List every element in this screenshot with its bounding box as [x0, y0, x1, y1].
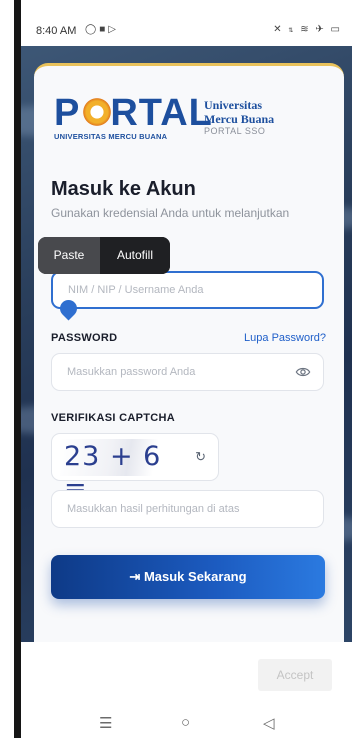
status-time: 8:40 AM — [36, 25, 77, 37]
login-card: P RTAL UNIVERSITAS MERCU BUANA Universita… — [34, 63, 344, 656]
submit-label: Masuk Sekarang — [143, 569, 247, 584]
accept-button[interactable]: Accept — [258, 659, 332, 691]
autofill-button[interactable]: Autofill — [100, 237, 170, 274]
recents-icon[interactable]: ☰ — [99, 714, 112, 732]
sun-emblem-icon — [81, 96, 113, 128]
login-arrow-icon: ⇥ — [129, 569, 141, 584]
captcha-label: VERIFIKASI CAPTCHA — [51, 412, 175, 424]
submit-button[interactable]: ⇥ Masuk Sekarang — [51, 555, 325, 599]
eye-icon[interactable] — [295, 364, 311, 380]
navigation-bar: ☰ ○ ◁ — [21, 712, 352, 738]
page-title: Masuk ke Akun — [51, 178, 196, 200]
logo-wordmark: P RTAL — [54, 92, 213, 134]
wifi-icon: ≋ — [300, 24, 311, 35]
portal-sso-label: PORTAL SSO — [204, 126, 266, 136]
university-name: Universitas Mercu Buana — [204, 98, 275, 126]
refresh-icon[interactable]: ↻ — [195, 449, 206, 465]
password-input[interactable]: Masukkan password Anda — [51, 353, 324, 391]
text-action-popup: Paste Autofill — [38, 237, 170, 274]
battery-icon: ▭ — [330, 24, 342, 35]
device-edge — [14, 0, 21, 738]
bottom-sheet: Accept ☰ ○ ◁ — [21, 642, 352, 738]
captcha-answer-placeholder: Masukkan hasil perhitungan di atas — [67, 503, 240, 515]
airplane-icon: ✈ — [315, 24, 326, 35]
status-bar: 8:40 AM ◯■▷ ✕ ⇅ ≋ ✈ ▭ — [21, 0, 352, 46]
password-placeholder: Masukkan password Anda — [67, 366, 196, 378]
whatsapp-icon: ◯ — [85, 24, 100, 35]
video-icon: ■ — [99, 24, 109, 35]
system-icons: ✕ ⇅ ≋ ✈ ▭ — [273, 24, 342, 35]
captcha-box: 23 + 6 = ↻ — [51, 433, 219, 503]
play-store-icon: ▷ — [108, 24, 119, 35]
logo-subtitle: UNIVERSITAS MERCU BUANA — [54, 132, 168, 141]
forgot-password-link[interactable]: Lupa Password? — [244, 332, 326, 344]
username-placeholder: NIM / NIP / Username Anda — [68, 284, 204, 296]
notification-icons: ◯■▷ — [85, 24, 119, 35]
username-input[interactable]: NIM / NIP / Username Anda — [51, 271, 324, 309]
data-speed-icon: ⇅ — [288, 28, 296, 34]
captcha-answer-input[interactable]: Masukkan hasil perhitungan di atas — [51, 490, 324, 528]
mute-icon: ✕ — [273, 24, 284, 35]
page-subtitle: Gunakan kredensial Anda untuk melanjutka… — [51, 206, 290, 220]
back-icon[interactable]: ◁ — [263, 714, 275, 732]
password-label: PASSWORD — [51, 332, 118, 344]
paste-button[interactable]: Paste — [38, 237, 100, 274]
home-icon[interactable]: ○ — [181, 714, 190, 731]
portal-logo: P RTAL UNIVERSITAS MERCU BUANA Universita… — [54, 94, 352, 144]
captcha-image: 23 + 6 = — [60, 439, 185, 503]
